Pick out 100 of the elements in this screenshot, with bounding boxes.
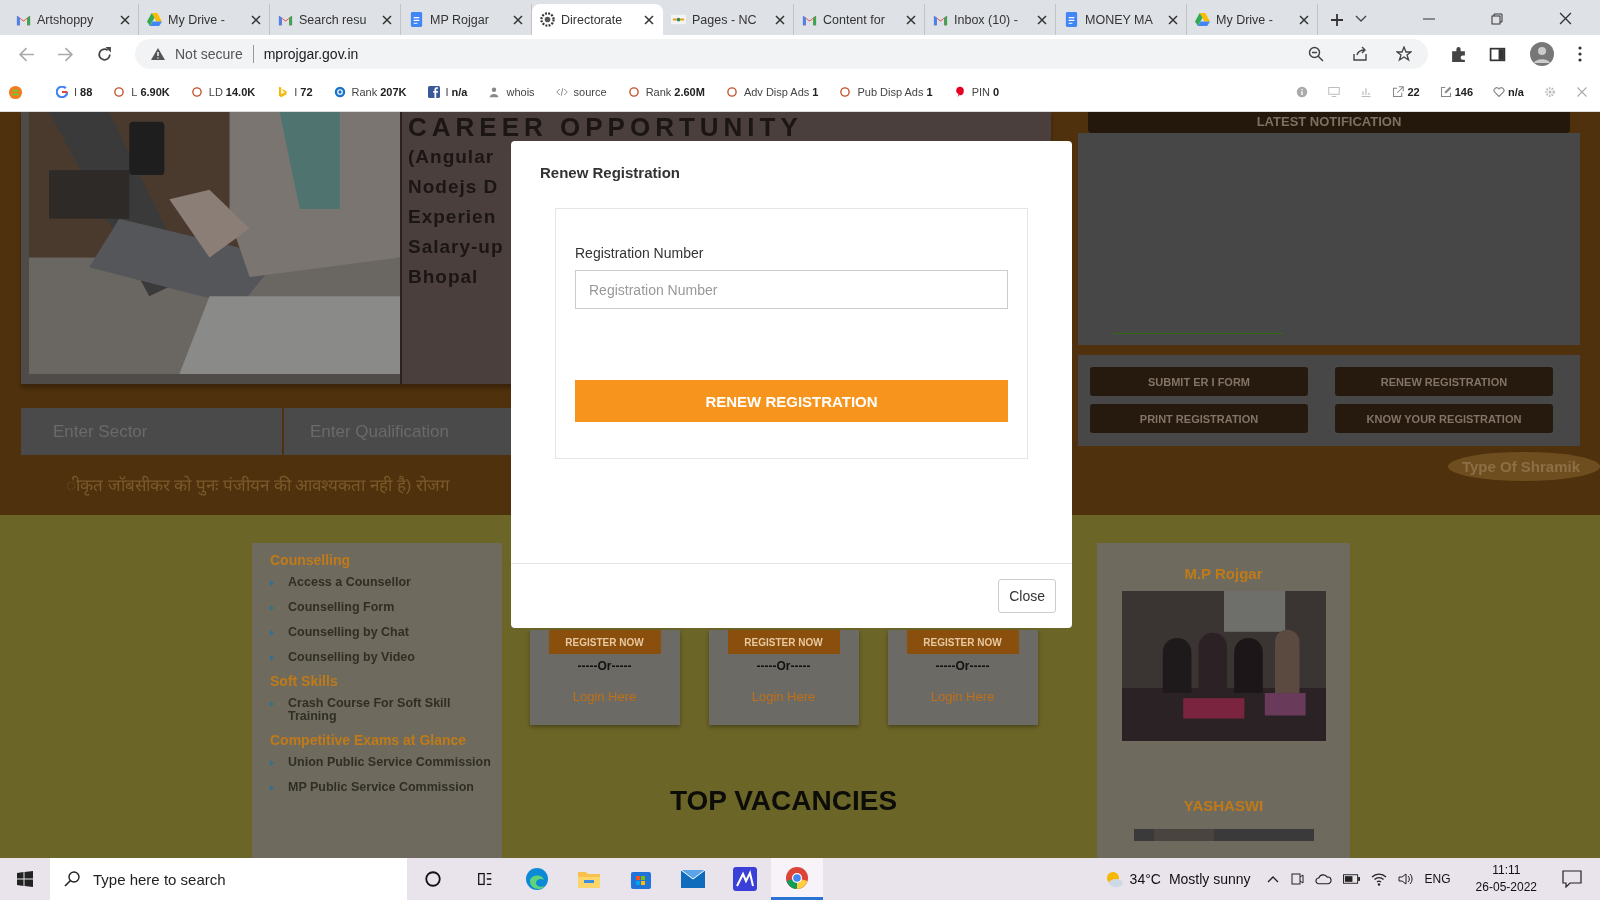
sidebar-link[interactable]: Counselling Form bbox=[288, 601, 395, 614]
sidebar-link[interactable]: Counselling by Video bbox=[288, 651, 415, 664]
new-tab-icon[interactable] bbox=[1330, 13, 1344, 27]
close-tab-icon[interactable] bbox=[251, 14, 261, 25]
logo-icon bbox=[671, 12, 686, 27]
clock-date[interactable]: 26-05-2022 bbox=[1475, 879, 1537, 896]
seo-label: I bbox=[445, 86, 449, 98]
seo-label: Pub Disp Ads bbox=[857, 86, 924, 98]
edit-icon bbox=[1439, 86, 1452, 98]
bullet-icon bbox=[270, 701, 274, 707]
close-icon[interactable] bbox=[1559, 12, 1572, 25]
minimize-icon[interactable] bbox=[1423, 17, 1435, 20]
chrome-icon bbox=[785, 865, 809, 890]
seo-label: Adv Disp Ads bbox=[743, 86, 810, 98]
seo-value: 2.60M bbox=[674, 86, 705, 98]
seo-value: 1 bbox=[926, 86, 933, 98]
circle-icon bbox=[725, 86, 738, 98]
folder-icon bbox=[577, 869, 601, 889]
address-field[interactable]: Not secure mprojgar.gov.in bbox=[135, 39, 1428, 69]
task-view-icon bbox=[476, 870, 494, 888]
seo-value: 14.0K bbox=[225, 86, 256, 98]
register-button[interactable]: REGISTER NOW bbox=[906, 630, 1019, 654]
close-tab-icon[interactable] bbox=[1168, 14, 1178, 25]
dropdown-icon[interactable] bbox=[1355, 14, 1367, 23]
google-icon bbox=[56, 86, 68, 98]
bullet-icon bbox=[270, 580, 274, 586]
triangle-icon bbox=[147, 12, 162, 27]
bullet-icon bbox=[270, 760, 274, 766]
renew-registration-button[interactable]: RENEW REGISTRATION bbox=[575, 380, 1008, 422]
external-link-icon bbox=[1392, 86, 1405, 98]
star-icon[interactable] bbox=[1396, 46, 1412, 62]
section-title: TOP VACANCIES bbox=[669, 785, 898, 817]
circle-icon bbox=[190, 86, 203, 98]
bullet-icon bbox=[270, 605, 274, 611]
circle-a-icon bbox=[333, 86, 346, 98]
sidebar-heading: Soft Skills bbox=[270, 673, 339, 689]
close-tab-icon[interactable] bbox=[1299, 14, 1309, 25]
facebook-icon bbox=[427, 86, 440, 98]
sidebar-link[interactable]: Crash Course For Soft Skill Training bbox=[288, 697, 496, 723]
sidebar-link[interactable]: Counselling by Chat bbox=[288, 626, 409, 639]
avatar-icon[interactable] bbox=[1530, 42, 1554, 66]
zoom-out-icon[interactable] bbox=[1308, 46, 1324, 62]
seo-value: 6.90K bbox=[140, 86, 170, 98]
close-tab-icon[interactable] bbox=[906, 14, 916, 25]
restore-icon[interactable] bbox=[1491, 12, 1503, 25]
bing-icon bbox=[276, 86, 289, 98]
document-icon bbox=[1064, 12, 1079, 27]
field-label: Registration Number bbox=[575, 245, 705, 261]
logo-icon[interactable] bbox=[8, 84, 23, 100]
action-button[interactable]: SUBMIT ER I FORM bbox=[1090, 367, 1308, 396]
card-title: M.P Rojgar bbox=[1184, 565, 1263, 582]
weather-text: Mostly sunny bbox=[1168, 871, 1251, 887]
sidebar-heading: Competitive Exams at Glance bbox=[270, 732, 468, 748]
sidebar-link[interactable]: MP Public Service Commission bbox=[288, 781, 474, 794]
taskbar-search-field[interactable]: Type here to search bbox=[50, 858, 407, 900]
separator-text: -----Or----- bbox=[756, 659, 811, 673]
registration-number-field[interactable]: Registration Number bbox=[575, 270, 1008, 309]
circle-icon bbox=[113, 86, 126, 98]
close-button[interactable]: Close bbox=[998, 579, 1056, 613]
triangle-icon bbox=[1195, 12, 1210, 27]
register-button[interactable]: REGISTER NOW bbox=[727, 630, 840, 654]
seo-label: whois bbox=[506, 86, 535, 98]
chevron-up-icon[interactable] bbox=[1266, 875, 1279, 883]
close-tab-icon[interactable] bbox=[1037, 14, 1047, 25]
notification-header: LATEST NOTIFICATION bbox=[1088, 112, 1570, 133]
close-tab-icon[interactable] bbox=[513, 14, 523, 25]
sidebar-heading: Counselling bbox=[270, 552, 352, 568]
seo-value: n/a bbox=[451, 86, 468, 98]
seo-value: 146 bbox=[1454, 86, 1474, 98]
code-icon bbox=[555, 86, 568, 98]
circle-icon bbox=[424, 870, 442, 888]
sidebar-link[interactable]: Access a Counsellor bbox=[288, 576, 411, 589]
action-button[interactable]: PRINT REGISTRATION bbox=[1090, 404, 1308, 433]
close-tab-icon[interactable] bbox=[120, 14, 130, 25]
wifi-icon[interactable] bbox=[1370, 872, 1387, 886]
close-tab-icon[interactable] bbox=[382, 14, 392, 25]
battery-icon[interactable] bbox=[1342, 874, 1360, 884]
meet-icon[interactable] bbox=[1289, 872, 1304, 886]
share-icon[interactable] bbox=[1352, 46, 1368, 62]
sidebar-link[interactable]: Union Public Service Commission bbox=[288, 756, 491, 769]
heart-icon bbox=[1493, 86, 1506, 98]
volume-icon[interactable] bbox=[1397, 872, 1414, 886]
close-tab-icon[interactable] bbox=[644, 14, 654, 25]
close-tab-icon[interactable] bbox=[775, 14, 785, 25]
register-button[interactable]: REGISTER NOW bbox=[548, 630, 661, 654]
card-title: YASHASWI bbox=[1183, 797, 1264, 814]
seo-label: PIN bbox=[971, 86, 990, 98]
document-icon bbox=[409, 12, 424, 27]
gear-icon bbox=[540, 12, 555, 27]
browser-tab[interactable]: Directorate bbox=[532, 4, 663, 35]
action-button[interactable]: RENEW REGISTRATION bbox=[1335, 367, 1553, 396]
cloud-icon[interactable] bbox=[1314, 873, 1332, 885]
notification-icon[interactable] bbox=[1562, 870, 1582, 888]
circle-icon bbox=[627, 86, 640, 98]
action-button[interactable]: KNOW YOUR REGISTRATION bbox=[1335, 404, 1553, 433]
language-indicator[interactable]: ENG bbox=[1424, 872, 1451, 886]
app-icon bbox=[733, 867, 757, 891]
clock-time[interactable]: 11:11 bbox=[1492, 862, 1521, 879]
seo-value: 0 bbox=[992, 86, 1000, 98]
bullet-icon bbox=[270, 655, 274, 661]
